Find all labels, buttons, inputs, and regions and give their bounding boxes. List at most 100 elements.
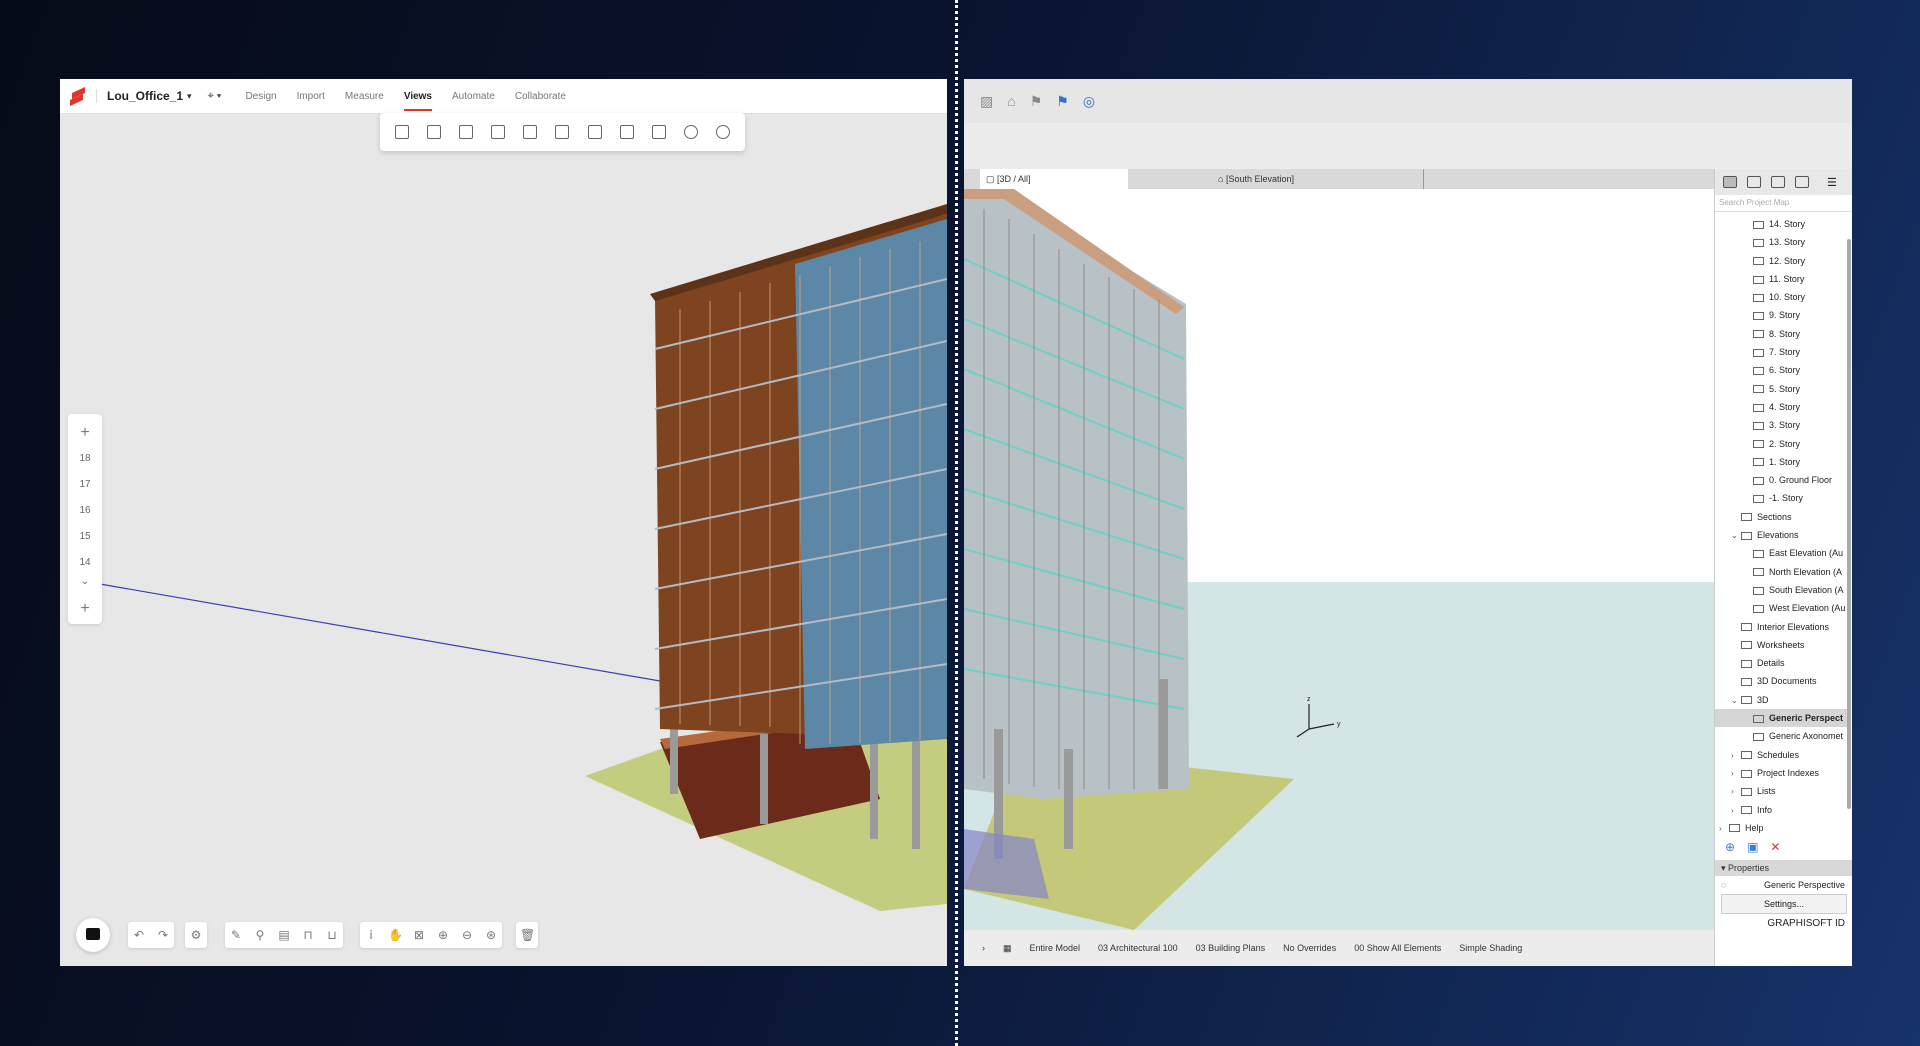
tab-collaborate[interactable]: Collaborate [505,91,576,102]
chevron-down-icon[interactable]: ⌄ [1731,527,1741,544]
story-level[interactable]: 15 [79,524,90,550]
right-3d-viewport[interactable]: z y [964,189,1714,930]
select-tool-icon[interactable]: ⌖ ▾ [208,90,222,103]
story-level[interactable]: 18 [79,446,90,472]
tree-item[interactable]: Generic Axonomet [1715,727,1847,745]
redo-icon[interactable]: ↷ [156,928,170,942]
chevron-right-icon[interactable]: › [1731,783,1741,800]
tree-item[interactable]: › Help [1715,819,1847,835]
tree-item[interactable]: South Elevation (A [1715,581,1847,599]
tree-item[interactable]: › Info [1715,801,1847,819]
tree-item[interactable]: 14. Story [1715,215,1847,233]
story-level[interactable]: 17 [79,472,90,498]
tree-item[interactable]: Generic Perspect [1715,709,1847,728]
tree-item[interactable]: Interior Elevations [1715,618,1847,636]
tree-item[interactable]: 3D Documents [1715,672,1847,690]
home-icon[interactable]: ⌂ [1007,93,1015,109]
undo-icon[interactable]: ↶ [132,928,146,942]
left-3d-viewport[interactable] [60,79,947,966]
tree-item[interactable]: Worksheets [1715,636,1847,654]
gear-icon[interactable]: ⚙ [189,928,203,942]
chevron-right-icon[interactable]: › [1731,802,1741,819]
trash-icon[interactable]: 🗑 [520,928,535,942]
unlock-icon[interactable]: ⊔ [325,928,339,942]
plan-view-icon[interactable] [427,125,442,139]
add-story-bottom-icon[interactable]: + [80,596,89,622]
story-level[interactable]: 16 [79,498,90,524]
project-name[interactable]: Lou_Office_1 [96,89,183,103]
chevron-right-icon[interactable]: › [982,943,985,953]
tree-item[interactable]: West Elevation (Au [1715,599,1847,617]
info-icon[interactable]: ⅰ [364,928,378,942]
view-cube-left-icon[interactable] [523,125,538,139]
fit-view-icon[interactable]: ⊠ [412,928,426,942]
delete-icon[interactable]: ✕ [1770,840,1780,854]
pin-icon[interactable]: ⚲ [253,928,267,942]
bookmark-icon[interactable]: ▤ [277,928,291,942]
status-elements[interactable]: 00 Show All Elements [1354,943,1441,953]
tree-item[interactable]: › Project Indexes [1715,764,1847,782]
view-map-icon[interactable] [1747,176,1761,188]
globe-icon[interactable]: ◎ [1083,93,1095,110]
lock-icon[interactable]: ⊓ [301,928,315,942]
tab-import[interactable]: Import [287,91,335,102]
story-level[interactable]: 14 [79,550,90,576]
flag-icon[interactable]: ⚑ [1030,93,1043,110]
tree-item[interactable]: ⌄ 3D [1715,691,1847,709]
tree-item[interactable]: North Elevation (A [1715,563,1847,581]
folder-view-icon[interactable]: ▣ [1747,840,1758,854]
tree-item[interactable]: East Elevation (Au [1715,544,1847,562]
camera-view-icon[interactable] [395,125,410,139]
tree-item[interactable]: -1. Story [1715,489,1847,507]
tree-item[interactable]: › Schedules [1715,746,1847,764]
home-view-icon[interactable] [619,125,634,139]
tab-measure[interactable]: Measure [335,91,394,102]
zoom-in-icon[interactable]: ⊕ [436,928,450,942]
menu-icon[interactable]: ☰ [1827,176,1837,189]
tree-item[interactable]: Details [1715,654,1847,672]
tree-item[interactable]: 13. Story [1715,233,1847,251]
settings-button[interactable]: Settings... [1721,894,1847,914]
tree-item[interactable]: ⌄ Elevations [1715,526,1847,544]
tree-item[interactable]: 6. Story [1715,361,1847,379]
status-layer[interactable]: 03 Architectural 100 [1098,943,1178,953]
status-overrides[interactable]: No Overrides [1283,943,1336,953]
tree-item[interactable]: 12. Story [1715,252,1847,270]
chevron-down-icon[interactable]: ⌄ [81,576,89,590]
add-view-icon[interactable]: ⊕ [1725,840,1735,854]
chevron-right-icon[interactable]: › [1719,820,1729,835]
chevron-right-icon[interactable]: › [1731,765,1741,782]
tree-item[interactable]: › Lists [1715,782,1847,800]
tree-item[interactable]: 7. Story [1715,343,1847,361]
publisher-icon[interactable] [1795,176,1809,188]
layer-icon[interactable]: ▦ [1003,943,1012,954]
project-map-search[interactable]: Search Project Map [1715,195,1852,212]
gear-icon[interactable] [715,125,730,139]
tab-design[interactable]: Design [235,91,286,102]
tree-item[interactable]: 3. Story [1715,416,1847,434]
tab-automate[interactable]: Automate [442,91,505,102]
tree-item[interactable]: Sections [1715,508,1847,526]
tree-item[interactable]: 9. Story [1715,306,1847,324]
tree-item[interactable]: 10. Story [1715,288,1847,306]
layout-icon[interactable]: ▨ [980,93,993,110]
view-cube-iso-icon[interactable] [587,125,602,139]
tab-south-elevation[interactable]: ⌂ [South Elevation] [1204,169,1424,189]
flag-plus-icon[interactable]: ⚑ [1056,93,1069,110]
tree-item[interactable]: 2. Story [1715,435,1847,453]
status-model[interactable]: Entire Model [1030,943,1081,953]
view-cube-right-icon[interactable] [555,125,570,139]
refresh-icon[interactable] [683,125,698,139]
zoom-region-icon[interactable]: ⊛ [484,928,498,942]
brush-icon[interactable]: ✎ [229,928,243,942]
tree-item[interactable]: 8. Story [1715,325,1847,343]
chevron-right-icon[interactable]: › [1731,747,1741,764]
section-view-icon[interactable] [651,125,666,139]
tree-item[interactable]: 0. Ground Floor [1715,471,1847,489]
tree-item[interactable]: 11. Story [1715,270,1847,288]
graphisoft-id[interactable]: GRAPHISOFT ID [1715,914,1852,934]
navigator-scrollbar[interactable] [1847,239,1851,809]
tab-3d-all[interactable]: ▢ [3D / All] [980,169,1128,189]
tree-item[interactable]: 4. Story [1715,398,1847,416]
tree-item[interactable]: 5. Story [1715,380,1847,398]
